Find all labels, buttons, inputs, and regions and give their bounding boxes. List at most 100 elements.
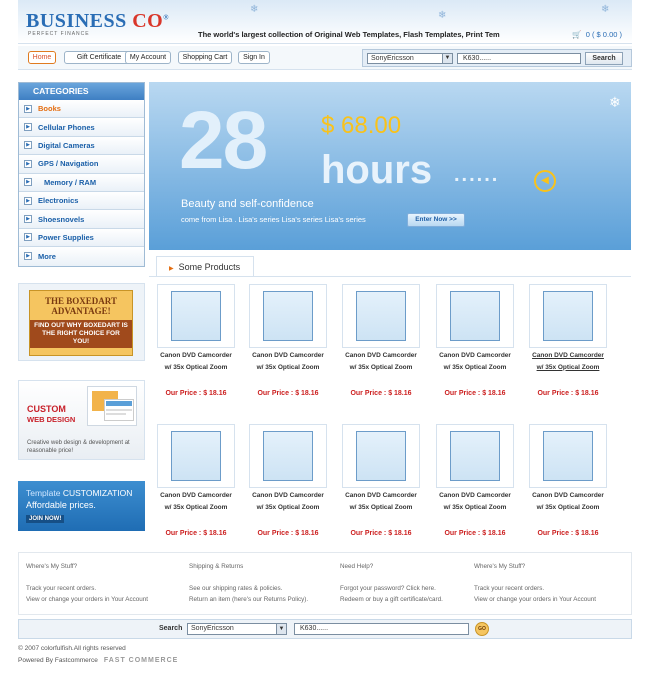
footer-link[interactable]: See our shipping rates & policies. [189,583,308,594]
banner-next-icon[interactable]: ◀ [534,170,556,192]
footer-link[interactable]: Forgot your password? Click here. [340,583,443,594]
top-select-value: SonyEricsson [371,55,414,62]
banner-headline: Beauty and self-confidence [181,198,314,210]
top-search-button[interactable]: Search [585,52,623,65]
template-customization-ad[interactable]: Template CUSTOMIZATION Affordable prices… [18,481,145,531]
footer-link[interactable]: View or change your orders in Your Accou… [26,594,148,605]
product-image [171,291,221,341]
product-image [356,291,406,341]
product-name[interactable]: Canon DVD Camcorder w/ 35x Optical Zoom [342,490,420,513]
product-name[interactable]: Canon DVD Camcorder w/ 35x Optical Zoom [529,490,607,513]
product-card[interactable]: Canon DVD Camcorder w/ 35x Optical Zoom O… [529,424,607,544]
arrow-right-icon: ▶ [24,159,32,168]
product-image-frame [249,424,327,488]
product-name[interactable]: Canon DVD Camcorder w/ 35x Optical Zoom [436,350,514,373]
category-memory-ram[interactable]: ▶ Memory / RAM [19,173,144,192]
product-card[interactable]: Canon DVD Camcorder w/ 35x Optical Zoom O… [157,284,235,404]
category-digital-cameras[interactable]: ▶ Digital Cameras [19,136,144,156]
product-image-frame [436,284,514,348]
footer-link[interactable]: Track your recent orders. [26,583,148,594]
footer-link[interactable]: Return an item (here's our Returns Polic… [189,594,308,605]
product-card[interactable]: Canon DVD Camcorder w/ 35x Optical Zoom O… [249,284,327,404]
product-name[interactable]: Canon DVD Camcorder w/ 35x Optical Zoom [249,490,327,513]
footer-link[interactable]: View or change your orders in Your Accou… [474,594,596,605]
top-navbar: Home Gift Certificate My Account Shoppin… [18,46,632,70]
products-tab[interactable]: ▶ Some Products [156,256,254,277]
go-button[interactable]: GO [475,622,489,636]
product-image-frame [249,284,327,348]
product-price: Our Price : $ 18.16 [165,390,227,397]
product-name[interactable]: Canon DVD Camcorder w/ 35x Optical Zoom [342,350,420,373]
category-gps-navigation[interactable]: ▶ GPS / Navigation [19,155,144,174]
product-image-frame [436,424,514,488]
arrow-right-icon: ▶ [24,196,32,205]
snowflake-icon: ❄ [438,10,447,21]
snowflake-icon: ❄ [609,94,621,110]
product-name[interactable]: Canon DVD Camcorder w/ 35x Optical Zoom [249,350,327,373]
product-price: Our Price : $ 18.16 [257,530,319,537]
product-image [171,431,221,481]
category-label: Electronics [38,196,79,206]
category-electronics[interactable]: ▶ Electronics [19,191,144,211]
product-card[interactable]: Canon DVD Camcorder w/ 35x Optical Zoom O… [529,284,607,404]
nav-shopping-cart[interactable]: Shopping Cart [178,51,232,64]
product-price: Our Price : $ 18.16 [537,530,599,537]
top-search-input[interactable]: K630...... [457,53,581,64]
category-label: More [38,251,56,261]
category-more[interactable]: ▶ More [19,247,144,266]
custom-web-design-ad[interactable]: CUSTOM WEB DESIGN Creative web design & … [18,380,145,460]
template-title-main: CUSTOMIZATION [62,488,133,498]
product-card[interactable]: Canon DVD Camcorder w/ 35x Optical Zoom O… [157,424,235,544]
product-image [450,291,500,341]
product-name[interactable]: Canon DVD Camcorder w/ 35x Optical Zoom [157,490,235,513]
products-divider [149,276,631,277]
category-label: Books [38,104,61,114]
product-card[interactable]: Canon DVD Camcorder w/ 35x Optical Zoom O… [249,424,327,544]
product-name[interactable]: Canon DVD Camcorder w/ 35x Optical Zoom [436,490,514,513]
banner-big-number: 28 [179,95,268,186]
nav-gift-certificate[interactable]: Gift Certificate [64,51,134,64]
nav-sign-in[interactable]: Sign In [238,51,270,64]
triangle-right-icon: ▶ [169,266,174,272]
enter-now-button[interactable]: Enter Now >> [407,213,465,227]
product-card[interactable]: Canon DVD Camcorder w/ 35x Optical Zoom O… [436,424,514,544]
product-card[interactable]: Canon DVD Camcorder w/ 35x Optical Zoom O… [342,424,420,544]
category-label: Power Supplies [38,232,94,242]
category-power-supplies[interactable]: ▶ Power Supplies [19,228,144,248]
category-books[interactable]: ▶ Books [19,100,144,119]
product-name[interactable]: Canon DVD Camcorder w/ 35x Optical Zoom [529,350,607,373]
custom-subtitle: WEB DESIGN [27,415,76,424]
product-card[interactable]: Canon DVD Camcorder w/ 35x Optical Zoom O… [342,284,420,404]
snowflake-icon: ❄ [250,4,259,15]
fastcommerce-logo[interactable]: FAST COMMERCE [104,657,178,664]
join-now-button[interactable]: JOIN NOW! [26,515,65,523]
nav-my-account[interactable]: My Account [125,51,171,64]
category-label: Shoesnovels [38,214,85,224]
product-name[interactable]: Canon DVD Camcorder w/ 35x Optical Zoom [157,350,235,373]
footer-links: Where's My Stuff? Track your recent orde… [18,552,632,615]
product-image-frame [529,424,607,488]
category-shoesnovels[interactable]: ▶ Shoesnovels [19,210,144,229]
custom-description: Creative web design & development at rea… [27,440,130,454]
footer-link[interactable]: Redeem or buy a gift certificate/card. [340,594,443,605]
cart-summary[interactable]: 🛒 0 ( $ 0.00 ) [572,30,622,39]
bottom-brand-select[interactable]: SonyEricsson ▼ [187,623,287,635]
product-price: Our Price : $ 18.16 [350,390,412,397]
product-card[interactable]: Canon DVD Camcorder w/ 35x Optical Zoom O… [436,284,514,404]
boxedart-title-1: THE BOXEDART [45,296,117,306]
site-logo[interactable]: BUSINESS CO® [26,10,169,33]
arrow-right-icon: ▶ [24,233,32,242]
top-brand-select[interactable]: SonyEricsson ▼ [367,53,453,64]
nav-home[interactable]: Home [28,51,56,64]
category-cellular-phones[interactable]: ▶ Cellular Phones [19,118,144,137]
category-label: Memory / RAM [44,177,97,187]
footer-link[interactable]: Track your recent orders. [474,583,596,594]
product-image [543,431,593,481]
category-label: Digital Cameras [38,140,95,150]
boxedart-ad[interactable]: THE BOXEDART ADVANTAGE! FIND OUT WHY BOX… [18,283,145,361]
product-image [356,431,406,481]
bottom-search-input[interactable]: K630...... [294,623,469,635]
footer-heading: Need Help? [340,563,374,570]
product-image [263,291,313,341]
bottom-select-value: SonyEricsson [191,625,234,632]
